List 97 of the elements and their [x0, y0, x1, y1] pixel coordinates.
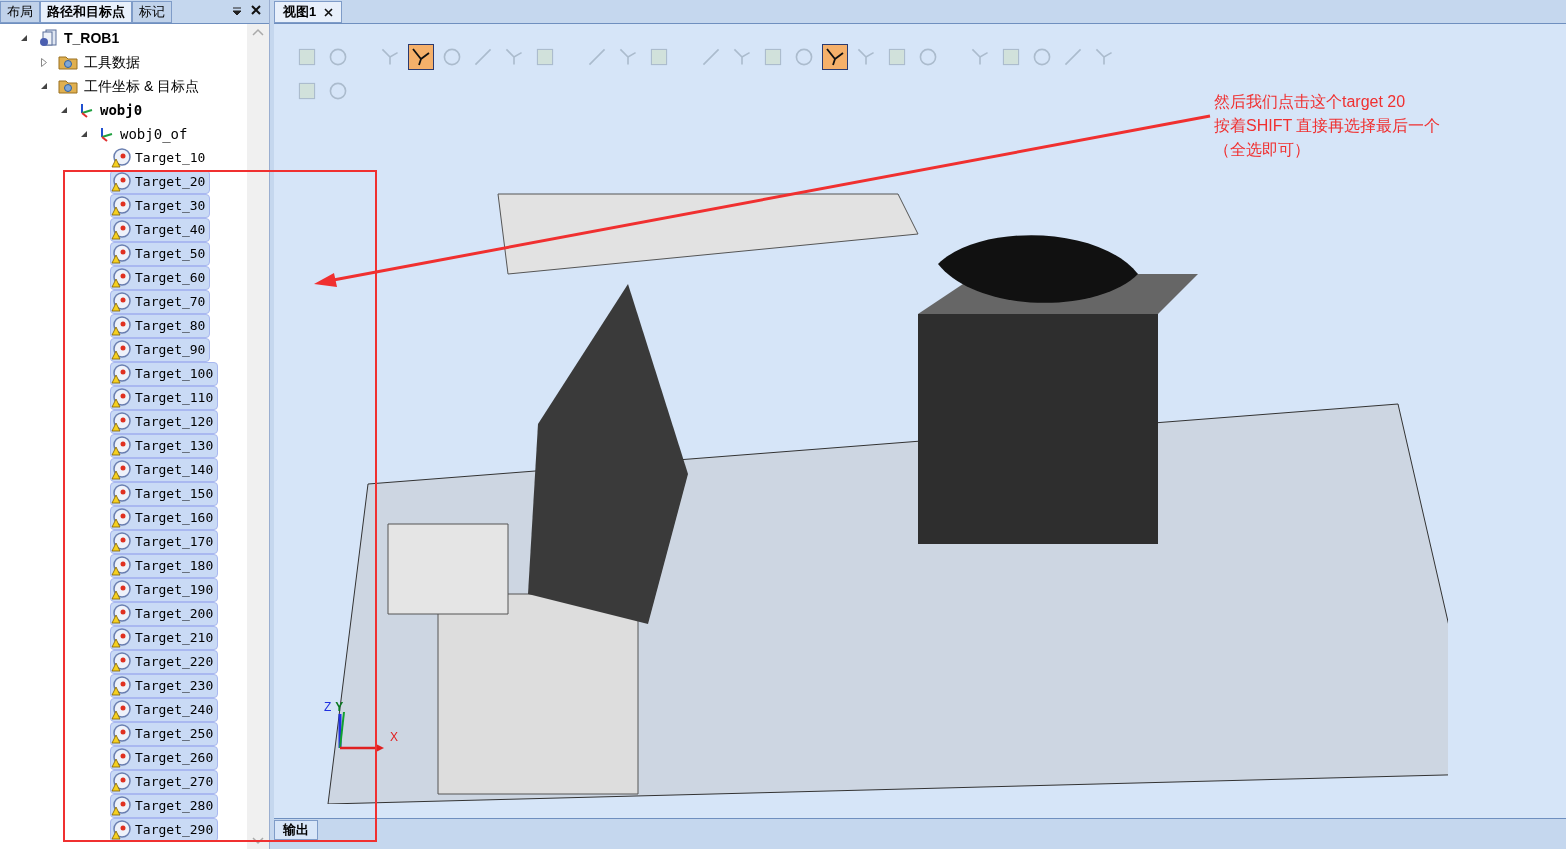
folder-icon	[58, 54, 78, 70]
target-warning-icon	[111, 484, 131, 504]
tree-item[interactable]: Target_240	[110, 698, 219, 722]
dropdown-caret-icon[interactable]	[231, 5, 243, 17]
collapse-triangle-icon[interactable]	[80, 130, 88, 138]
panel-tab[interactable]: 标记	[132, 1, 172, 23]
target-warning-icon	[111, 820, 131, 840]
target-warning-icon	[111, 316, 131, 336]
tree-item[interactable]: Target_190	[110, 578, 219, 602]
target-warning-icon	[111, 748, 131, 768]
tree-item[interactable]: Target_220	[110, 650, 219, 674]
annotation-text: （全选即可）	[1214, 140, 1311, 160]
tree-item[interactable]: Target_180	[110, 554, 219, 578]
target-warning-icon	[111, 772, 131, 792]
collapse-triangle-icon[interactable]	[40, 82, 48, 90]
target-warning-icon	[111, 244, 131, 264]
target-warning-icon	[111, 340, 131, 360]
target-warning-icon	[111, 580, 131, 600]
tree-item[interactable]: wobj0_of	[98, 123, 188, 145]
tree-item[interactable]: Target_170	[110, 530, 219, 554]
expand-triangle-icon[interactable]	[40, 57, 48, 67]
axis-label: Y	[335, 699, 344, 716]
target-warning-icon	[111, 148, 131, 168]
target-warning-icon	[111, 172, 131, 192]
coordinate-frame-icon	[98, 126, 114, 142]
close-icon[interactable]	[324, 7, 334, 17]
target-warning-icon	[111, 556, 131, 576]
tree-item[interactable]: wobj0	[78, 99, 143, 121]
tree-item[interactable]: T_ROB1	[38, 27, 120, 49]
tree-item[interactable]: Target_160	[110, 506, 219, 530]
tree-item[interactable]: Target_50	[110, 242, 211, 266]
target-warning-icon	[111, 604, 131, 624]
target-warning-icon	[111, 628, 131, 648]
tree-item[interactable]: Target_140	[110, 458, 219, 482]
tree-item-label: wobj0_of	[120, 124, 188, 145]
target-warning-icon	[111, 460, 131, 480]
coordinate-frame-icon	[78, 102, 94, 118]
tree-item-label: 工具数据	[84, 52, 140, 72]
tree-item[interactable]: Target_120	[110, 410, 219, 434]
tree-item-label: 工件坐标 & 目标点	[84, 76, 200, 96]
target-warning-icon	[111, 196, 131, 216]
target-warning-icon	[111, 220, 131, 240]
target-warning-icon	[111, 796, 131, 816]
tree-item[interactable]: 工件坐标 & 目标点	[58, 75, 200, 97]
target-warning-icon	[111, 268, 131, 288]
close-icon[interactable]	[251, 5, 261, 15]
target-warning-icon	[111, 364, 131, 384]
tree-item-label: T_ROB1	[64, 28, 120, 48]
target-warning-icon	[111, 508, 131, 528]
target-warning-icon	[111, 652, 131, 672]
tree-item[interactable]: Target_40	[110, 218, 211, 242]
tree-item[interactable]: Target_250	[110, 722, 219, 746]
axis-label: Z	[324, 699, 332, 716]
tree-item[interactable]: Target_200	[110, 602, 219, 626]
scroll-up-icon[interactable]	[252, 28, 264, 36]
folder-icon	[58, 78, 78, 94]
annotation-text: 然后我们点击这个target 20	[1214, 92, 1407, 112]
output-tab[interactable]: 输出	[274, 820, 318, 840]
target-warning-icon	[111, 700, 131, 720]
scrollbar[interactable]	[247, 24, 269, 849]
tree-item[interactable]: Target_80	[110, 314, 211, 338]
tree-item-label: wobj0	[100, 100, 143, 120]
tree-item[interactable]: Target_20	[110, 170, 211, 194]
target-warning-icon	[111, 724, 131, 744]
tree-item[interactable]: Target_90	[110, 338, 211, 362]
tree-item[interactable]: Target_290	[110, 818, 219, 842]
target-warning-icon	[111, 676, 131, 696]
axis-label: X	[390, 729, 398, 746]
panel-tab[interactable]: 路径和目标点	[40, 1, 132, 23]
tree-item[interactable]: Target_30	[110, 194, 211, 218]
tree-item[interactable]: Target_260	[110, 746, 219, 770]
target-warning-icon	[111, 412, 131, 432]
tree-item[interactable]: Target_270	[110, 770, 219, 794]
collapse-triangle-icon[interactable]	[20, 34, 28, 42]
view-tab[interactable]: 视图1	[274, 1, 343, 23]
tree-item[interactable]: Target_110	[110, 386, 219, 410]
tree-item[interactable]: Target_60	[110, 266, 211, 290]
toolbar-tool-icon[interactable]	[822, 44, 848, 70]
tree-item[interactable]: Target_70	[110, 290, 211, 314]
tree-item[interactable]: Target_150	[110, 482, 219, 506]
tree-item[interactable]: Target_280	[110, 794, 219, 818]
target-warning-icon	[111, 292, 131, 312]
toolbar-tool-icon[interactable]	[408, 44, 434, 70]
tree-item[interactable]: 工具数据	[58, 51, 140, 73]
target-warning-icon	[111, 388, 131, 408]
tree-item[interactable]: Target_100	[110, 362, 219, 386]
robot-task-icon	[38, 29, 58, 47]
annotation-text: 按着SHIFT 直接再选择最后一个	[1214, 116, 1441, 136]
tree-item[interactable]: Target_210	[110, 626, 219, 650]
tree-item[interactable]: Target_130	[110, 434, 219, 458]
target-warning-icon	[111, 532, 131, 552]
collapse-triangle-icon[interactable]	[60, 106, 68, 114]
target-warning-icon	[111, 436, 131, 456]
panel-tab[interactable]: 布局	[0, 1, 40, 23]
tree-item[interactable]: Target_10	[110, 146, 211, 170]
scroll-down-icon[interactable]	[252, 837, 264, 845]
tree-item[interactable]: Target_230	[110, 674, 219, 698]
